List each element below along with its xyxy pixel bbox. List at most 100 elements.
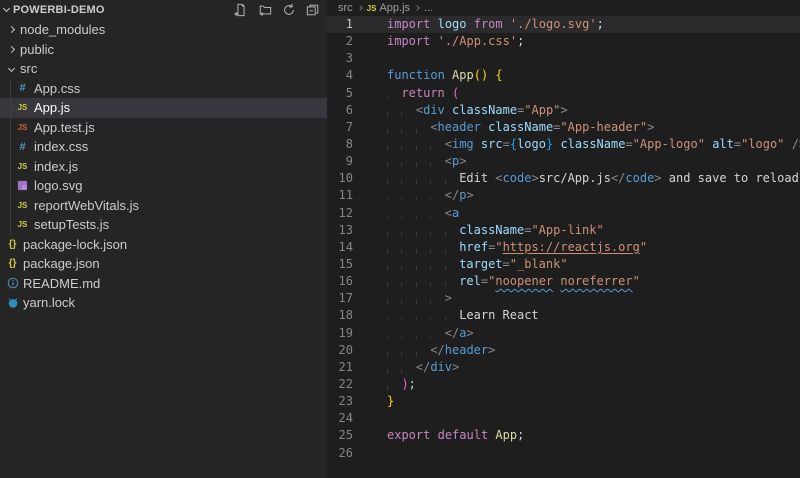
line-number[interactable]: 17 <box>333 290 353 307</box>
tree-file-App.js[interactable]: JS App.js <box>0 98 327 118</box>
code-line-14[interactable]: 14 href="https://reactjs.org" <box>327 239 800 256</box>
explorer-section-toggle[interactable]: POWERBI-DEMO <box>2 4 233 16</box>
chevron-down-icon <box>7 65 16 73</box>
line-number[interactable]: 26 <box>333 445 353 462</box>
file-type-icon <box>6 277 19 290</box>
chevron-right-icon <box>7 26 16 34</box>
code-line-26[interactable]: 26 <box>327 445 800 462</box>
tree-item-label: setupTests.js <box>34 217 110 233</box>
line-number[interactable]: 13 <box>333 222 353 239</box>
code-line-9[interactable]: 9 <p> <box>327 153 800 170</box>
line-number[interactable]: 23 <box>333 393 353 410</box>
explorer-actions <box>233 2 321 18</box>
line-number[interactable]: 20 <box>333 342 353 359</box>
code-line-22[interactable]: 22); <box>327 376 800 393</box>
code-line-8[interactable]: 8 <img src={logo} className="App-logo" al… <box>327 136 800 153</box>
tree-indent-guide <box>10 78 11 235</box>
breadcrumb: src JS App.js... <box>327 0 800 16</box>
tree-item-label: App.js <box>34 100 71 116</box>
js-icon: JS <box>17 161 28 171</box>
tree-file-package-lock.json[interactable]: {} package-lock.json <box>0 235 327 255</box>
tree-file-index.js[interactable]: JS index.js <box>0 157 327 177</box>
line-number[interactable]: 2 <box>333 33 353 50</box>
file-type-icon: {} <box>6 257 19 270</box>
code-line-11[interactable]: 11 </p> <box>327 187 800 204</box>
explorer-sidebar: POWERBI-DEMO node_modulespublic src # App.c… <box>0 0 327 478</box>
chevron-right-icon <box>356 5 363 11</box>
code-line-17[interactable]: 17 > <box>327 290 800 307</box>
code-line-10[interactable]: 10 Edit <code>src/App.js</code> and save … <box>327 170 800 187</box>
code-line-7[interactable]: 7 <header className="App-header"> <box>327 119 800 136</box>
breadcrumb-item-src[interactable]: src <box>338 2 353 14</box>
code-line-19[interactable]: 19 </a> <box>327 325 800 342</box>
line-content: return ( <box>387 85 460 100</box>
breadcrumb-label: src <box>338 2 353 14</box>
line-number[interactable]: 4 <box>333 67 353 84</box>
tree-file-README.md[interactable]: README.md <box>0 274 327 294</box>
chevron-down-icon <box>2 4 11 13</box>
line-number[interactable]: 5 <box>333 85 353 102</box>
line-number[interactable]: 14 <box>333 239 353 256</box>
line-number[interactable]: 8 <box>333 136 353 153</box>
line-number[interactable]: 25 <box>333 427 353 444</box>
line-content: <p> <box>387 154 467 169</box>
tree-file-setupTests.js[interactable]: JS setupTests.js <box>0 215 327 235</box>
line-number[interactable]: 12 <box>333 205 353 222</box>
file-type-icon: JS <box>16 160 29 173</box>
line-number[interactable]: 21 <box>333 359 353 376</box>
tree-item-label: src <box>20 61 38 77</box>
tree-file-yarn.lock[interactable]: yarn.lock <box>0 293 327 313</box>
code-line-16[interactable]: 16 rel="noopener noreferrer" <box>327 273 800 290</box>
line-number[interactable]: 15 <box>333 256 353 273</box>
code-line-3[interactable]: 3 <box>327 50 800 67</box>
code-line-25[interactable]: 25 export default App; <box>327 427 800 444</box>
code-line-1[interactable]: 1 import logo from './logo.svg'; <box>327 16 800 34</box>
tree-file-App.test.js[interactable]: JS App.test.js <box>0 118 327 138</box>
line-number[interactable]: 9 <box>333 153 353 170</box>
code-line-21[interactable]: 21 </div> <box>327 359 800 376</box>
code-line-20[interactable]: 20 </header> <box>327 342 800 359</box>
line-number[interactable]: 7 <box>333 119 353 136</box>
line-number[interactable]: 11 <box>333 187 353 204</box>
line-number[interactable]: 6 <box>333 102 353 119</box>
line-number[interactable]: 24 <box>333 410 353 427</box>
line-content: </p> <box>387 188 474 203</box>
tree-file-index.css[interactable]: # index.css <box>0 137 327 157</box>
tree-folder-public[interactable]: public <box>0 40 327 60</box>
code-line-13[interactable]: 13 className="App-link" <box>327 222 800 239</box>
line-number[interactable]: 19 <box>333 325 353 342</box>
code-line-23[interactable]: 23} <box>327 393 800 410</box>
project-title: POWERBI-DEMO <box>13 4 105 16</box>
line-content: Learn React <box>387 308 539 323</box>
code-line-12[interactable]: 12 <a <box>327 205 800 222</box>
breadcrumb-item-App.js[interactable]: JS App.js <box>367 2 410 14</box>
code-line-6[interactable]: 6 <div className="App"> <box>327 102 800 119</box>
tree-folder-node_modules[interactable]: node_modules <box>0 20 327 40</box>
tree-file-package.json[interactable]: {} package.json <box>0 254 327 274</box>
code-line-5[interactable]: 5 return ( <box>327 85 800 102</box>
code-line-2[interactable]: 2 import './App.css'; <box>327 33 800 50</box>
code-line-15[interactable]: 15 target="_blank" <box>327 256 800 273</box>
new-folder-button[interactable] <box>257 2 273 18</box>
tree-file-reportWebVitals.js[interactable]: JS reportWebVitals.js <box>0 196 327 216</box>
line-number[interactable]: 1 <box>333 16 353 33</box>
collapse-all-button[interactable] <box>305 2 321 18</box>
refresh-button[interactable] <box>281 2 297 18</box>
breadcrumb-label: App.js <box>379 2 411 14</box>
breadcrumb-item-...[interactable]: ... <box>424 2 433 14</box>
line-number[interactable]: 16 <box>333 273 353 290</box>
tree-item-label: reportWebVitals.js <box>34 197 140 213</box>
line-number[interactable]: 22 <box>333 376 353 393</box>
line-number[interactable]: 10 <box>333 170 353 187</box>
tree-item-label: node_modules <box>20 22 106 38</box>
tree-folder-src[interactable]: src <box>0 59 327 79</box>
new-file-button[interactable] <box>233 2 249 18</box>
code-line-4[interactable]: 4 function App() { <box>327 67 800 84</box>
line-number[interactable]: 3 <box>333 50 353 67</box>
code-line-24[interactable]: 24 <box>327 410 800 427</box>
tree-file-logo.svg[interactable]: logo.svg <box>0 176 327 196</box>
line-number[interactable]: 18 <box>333 307 353 324</box>
tree-file-App.css[interactable]: # App.css <box>0 79 327 99</box>
code-line-18[interactable]: 18 Learn React <box>327 307 800 324</box>
line-content: import logo from './logo.svg'; <box>387 17 604 31</box>
